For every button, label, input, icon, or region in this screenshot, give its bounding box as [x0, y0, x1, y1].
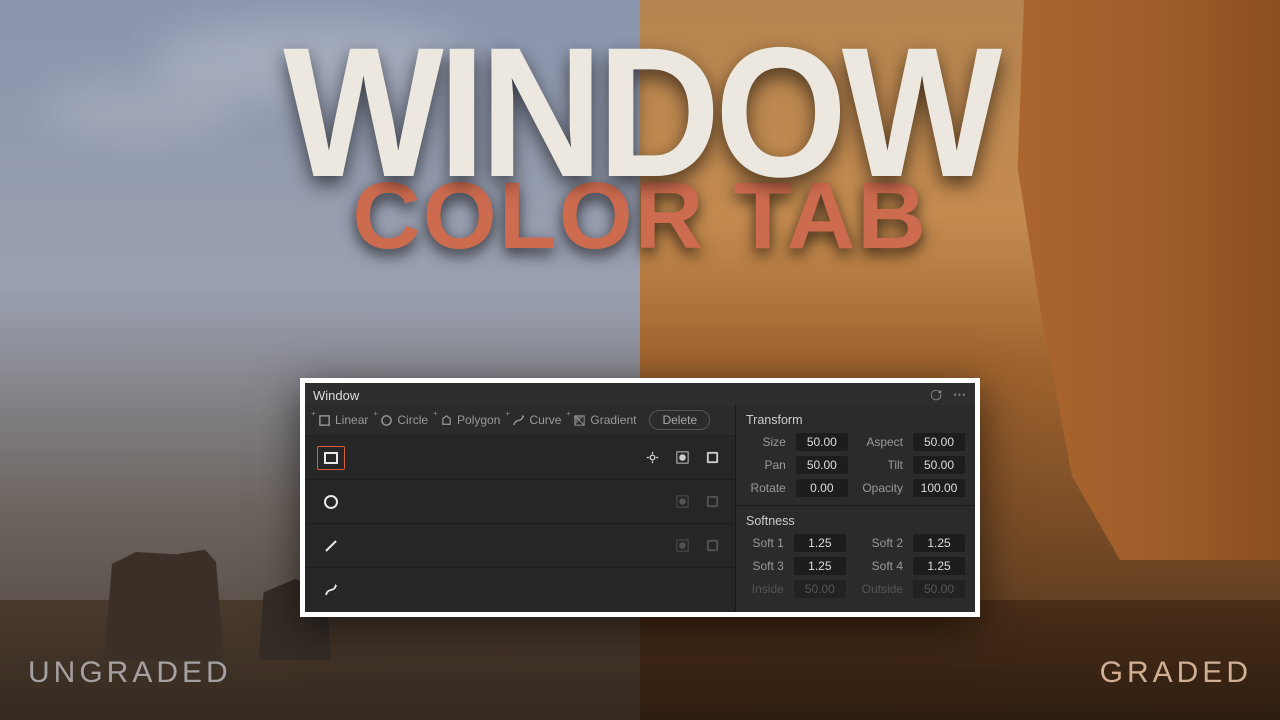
mask-icon[interactable]	[671, 492, 693, 512]
invert-icon[interactable]	[701, 448, 723, 468]
shape-toolbar: + Linear + Circle + Polygon + Cu	[305, 405, 735, 436]
mask-icon[interactable]	[671, 536, 693, 556]
softness-title: Softness	[746, 514, 965, 528]
shape-list	[305, 436, 735, 612]
soft3-value[interactable]: 1.25	[794, 557, 846, 575]
title-main: WINDOW	[51, 35, 1229, 192]
shape-row-curve[interactable]	[305, 568, 735, 612]
line-icon	[317, 534, 345, 558]
tracker-icon[interactable]	[641, 448, 663, 468]
pan-value[interactable]: 50.00	[796, 456, 848, 474]
tool-polygon[interactable]: + Polygon	[435, 411, 505, 429]
soft1-value[interactable]: 1.25	[794, 534, 846, 552]
reset-icon[interactable]	[929, 388, 943, 402]
pan-label: Pan	[746, 458, 786, 472]
curve-icon	[317, 578, 345, 602]
rotate-value[interactable]: 0.00	[796, 479, 848, 497]
opacity-value[interactable]: 100.00	[913, 479, 965, 497]
tilt-label: Tilt	[858, 458, 903, 472]
panel-header: Window ⋯	[305, 383, 975, 405]
shape-row-line[interactable]	[305, 524, 735, 568]
soft2-label: Soft 2	[856, 536, 903, 550]
aspect-label: Aspect	[858, 435, 903, 449]
label-graded: GRADED	[1100, 656, 1252, 690]
tool-circle[interactable]: + Circle	[375, 411, 433, 429]
tool-linear[interactable]: + Linear	[313, 411, 373, 429]
shape-row-rect[interactable]	[305, 436, 735, 480]
aspect-value[interactable]: 50.00	[913, 433, 965, 451]
rect-icon	[317, 446, 345, 470]
shape-row-circle[interactable]	[305, 480, 735, 524]
mask-icon[interactable]	[671, 448, 693, 468]
opacity-label: Opacity	[858, 481, 903, 495]
soft2-value[interactable]: 1.25	[913, 534, 965, 552]
inside-value: 50.00	[794, 580, 846, 598]
tilt-value[interactable]: 50.00	[913, 456, 965, 474]
size-label: Size	[746, 435, 786, 449]
transform-title: Transform	[746, 413, 965, 427]
outside-value: 50.00	[913, 580, 965, 598]
title-overlay: WINDOW COLOR TAB	[0, 35, 1280, 260]
size-value[interactable]: 50.00	[796, 433, 848, 451]
tool-curve[interactable]: + Curve	[507, 411, 566, 429]
label-ungraded: UNGRADED	[28, 656, 232, 690]
outside-label: Outside	[856, 582, 903, 596]
options-icon[interactable]: ⋯	[953, 387, 967, 403]
delete-button[interactable]: Delete	[649, 410, 710, 430]
panel-title: Window	[313, 388, 359, 403]
soft4-value[interactable]: 1.25	[913, 557, 965, 575]
circle-icon	[317, 490, 345, 514]
invert-icon[interactable]	[701, 536, 723, 556]
invert-icon[interactable]	[701, 492, 723, 512]
soft3-label: Soft 3	[746, 559, 784, 573]
soft1-label: Soft 1	[746, 536, 784, 550]
soft4-label: Soft 4	[856, 559, 903, 573]
properties-panel: Transform Size 50.00 Aspect 50.00 Pan 50…	[735, 405, 975, 612]
window-panel: Window ⋯ + Linear + Circle +	[300, 378, 980, 617]
tool-gradient[interactable]: + Gradient	[568, 411, 641, 429]
inside-label: Inside	[746, 582, 784, 596]
rotate-label: Rotate	[746, 481, 786, 495]
